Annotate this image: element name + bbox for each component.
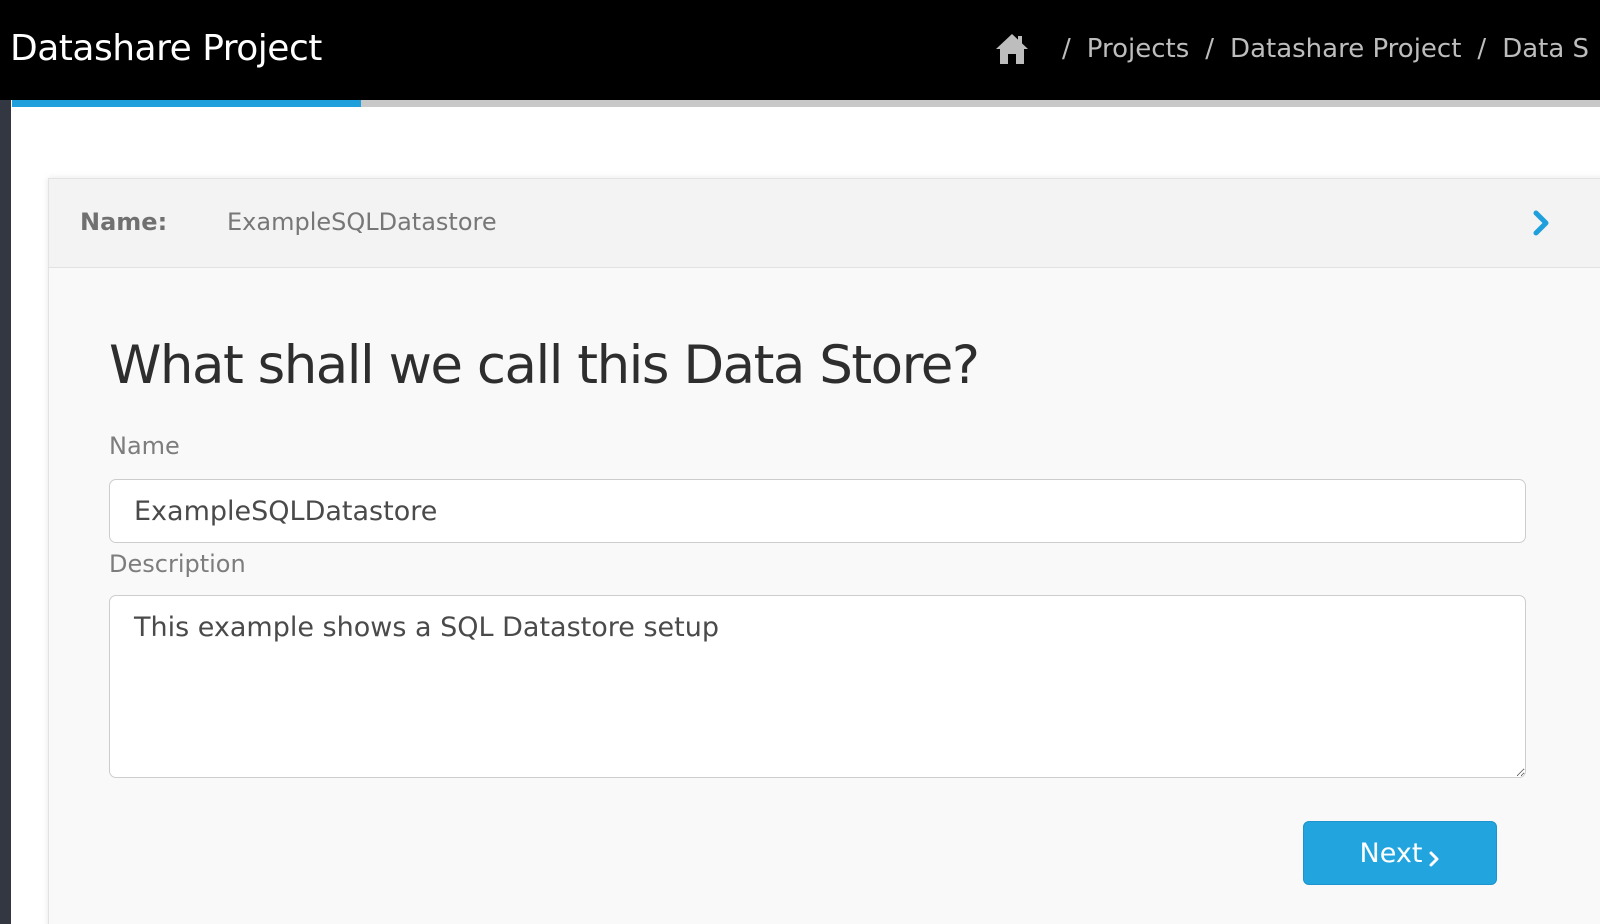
chevron-right-icon[interactable]	[1533, 210, 1551, 236]
next-button[interactable]: Next	[1303, 821, 1497, 885]
breadcrumb-datashare-project[interactable]: Datashare Project	[1230, 34, 1461, 64]
breadcrumb: / Projects / Datashare Project / Data S	[994, 32, 1589, 66]
name-input[interactable]	[109, 479, 1526, 543]
wizard-progress-bar	[12, 100, 1600, 107]
app-title: Datashare Project	[10, 28, 322, 69]
name-field-label: Name	[109, 432, 180, 460]
breadcrumb-separator: /	[1062, 34, 1071, 64]
page: Datashare Project / Projects / Datashare…	[0, 0, 1600, 924]
summary-name-value: ExampleSQLDatastore	[227, 208, 497, 236]
home-icon[interactable]	[994, 32, 1030, 66]
breadcrumb-separator: /	[1205, 34, 1215, 64]
breadcrumb-data-store[interactable]: Data S	[1502, 34, 1589, 64]
summary-name-label: Name:	[80, 208, 168, 236]
wizard-progress-fill	[12, 100, 362, 107]
description-field-label: Description	[109, 550, 246, 578]
description-textarea[interactable]: This example shows a SQL Datastore setup	[109, 595, 1526, 778]
top-navigation-bar: Datashare Project / Projects / Datashare…	[0, 0, 1600, 100]
form-title: What shall we call this Data Store?	[109, 335, 980, 396]
chevron-right-icon	[1428, 844, 1440, 867]
summary-header[interactable]: Name: ExampleSQLDatastore	[49, 179, 1600, 268]
next-button-label: Next	[1359, 837, 1423, 869]
left-sidebar-rail	[0, 100, 11, 924]
breadcrumb-separator: /	[1477, 34, 1487, 64]
breadcrumb-projects[interactable]: Projects	[1087, 34, 1190, 64]
datastore-wizard-card: Name: ExampleSQLDatastore What shall we …	[48, 178, 1600, 924]
